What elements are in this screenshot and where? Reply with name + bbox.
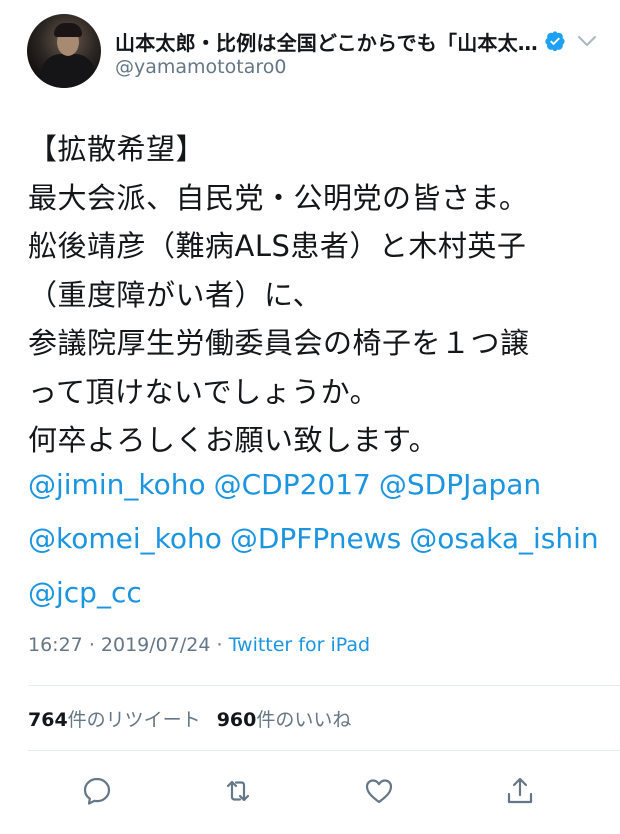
reply-icon bbox=[83, 777, 111, 805]
author-handle[interactable]: @yamamototaro0 bbox=[115, 56, 286, 78]
tweet-meta: 16:27 · 2019/07/24 · Twitter for iPad bbox=[28, 634, 370, 656]
retweet-icon bbox=[226, 780, 250, 802]
tweet-stats: 764件のリツイート 960件のいいね bbox=[28, 705, 351, 732]
author-display-name[interactable]: 山本太郎・比例は全国どこからでも「山本太… bbox=[115, 27, 538, 56]
tweet-text-line: 参議院厚生労働委員会の椅子を１つ譲 bbox=[28, 326, 530, 360]
mention-link[interactable]: @CDP2017 bbox=[214, 468, 371, 501]
retweets-stat[interactable]: 764件のリツイート bbox=[28, 709, 201, 731]
avatar[interactable] bbox=[27, 14, 101, 88]
mention-link[interactable]: @osaka_ishin bbox=[409, 522, 598, 555]
tweet-text-line: （重度障がい者）に、 bbox=[28, 277, 323, 312]
reply-button[interactable] bbox=[79, 773, 115, 809]
tweet-actions bbox=[0, 768, 620, 814]
mention-link[interactable]: @komei_koho bbox=[28, 522, 222, 555]
tweet-text-line: って頂けないでしょうか。 bbox=[28, 374, 380, 409]
mention-link[interactable]: @jimin_koho bbox=[28, 468, 206, 501]
tweet-text: 【拡散希望】 最大会派、自民党・公明党の皆さま。 舩後靖彦（難病ALS患者）と木… bbox=[28, 125, 608, 465]
meta-separator: · bbox=[88, 634, 95, 656]
tweet-time[interactable]: 16:27 bbox=[28, 634, 83, 656]
tweet-date[interactable]: 2019/07/24 bbox=[101, 634, 211, 656]
likes-label: 件のいいね bbox=[256, 709, 352, 731]
likes-stat[interactable]: 960件のいいね bbox=[217, 709, 352, 731]
tweet-text-line: 舩後靖彦（難病ALS患者）と木村英子 bbox=[28, 229, 527, 263]
tweet-text-line: 最大会派、自民党・公明党の皆さま。 bbox=[28, 180, 529, 215]
share-button[interactable] bbox=[502, 773, 538, 809]
mention-link[interactable]: @jcp_cc bbox=[28, 576, 142, 609]
retweets-label: 件のリツイート bbox=[67, 709, 201, 731]
verified-badge-icon bbox=[545, 31, 565, 52]
mention-link[interactable]: @SDPJapan bbox=[379, 468, 541, 501]
tweet-source-link[interactable]: Twitter for iPad bbox=[229, 634, 370, 656]
retweet-button[interactable] bbox=[220, 773, 256, 809]
divider bbox=[28, 685, 620, 686]
tweet-mentions: @jimin_koho @CDP2017 @SDPJapan @komei_koho… bbox=[28, 458, 608, 620]
mention-line: @komei_koho @DPFPnews @osaka_ishin bbox=[28, 512, 608, 566]
avatar-body bbox=[41, 54, 95, 88]
mention-line: @jimin_koho @CDP2017 @SDPJapan bbox=[28, 458, 608, 512]
divider bbox=[28, 750, 620, 751]
likes-count: 960 bbox=[216, 709, 257, 731]
retweets-count: 764 bbox=[28, 709, 68, 731]
mention-line: @jcp_cc bbox=[28, 566, 608, 620]
chevron-down-icon[interactable] bbox=[576, 33, 598, 49]
share-icon bbox=[507, 777, 533, 804]
like-button[interactable] bbox=[361, 773, 397, 809]
meta-separator: · bbox=[216, 634, 223, 656]
tweet-text-line: 【拡散希望】 bbox=[28, 132, 206, 166]
mention-link[interactable]: @DPFPnews bbox=[230, 522, 401, 555]
tweet-header: 山本太郎・比例は全国どこからでも「山本太… @yamamototaro0 bbox=[0, 0, 620, 100]
avatar-hair bbox=[54, 23, 82, 37]
author-name-row[interactable]: 山本太郎・比例は全国どこからでも「山本太… bbox=[115, 26, 566, 56]
like-icon bbox=[365, 779, 393, 804]
